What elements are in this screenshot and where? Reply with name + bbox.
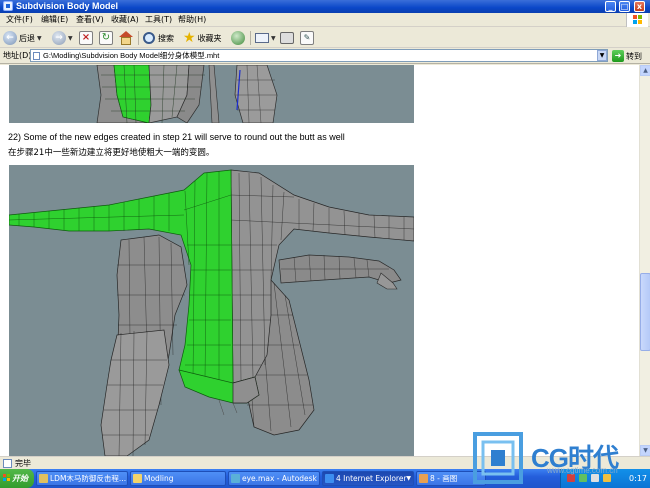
windows-logo-icon [626,13,648,27]
back-label: 后退 [19,33,35,43]
address-value: G:\Modling\Subdvision Body Model细分身体模型.m… [43,51,220,60]
menu-file[interactable]: 文件(F) [6,14,33,26]
page-icon [33,52,40,60]
menu-bar: 文件(F) 编辑(E) 查看(V) 收藏(A) 工具(T) 帮助(H) [0,13,650,27]
ie-icon [325,474,334,483]
minimize-button[interactable]: _ [605,1,616,12]
search-button[interactable]: 搜索 [143,30,174,46]
maximize-button[interactable]: □ [619,1,630,12]
scroll-up-button[interactable]: ▲ [640,65,650,76]
ie-page-icon [3,1,13,11]
start-label: 开始 [12,474,28,483]
forward-button[interactable]: ▼ [52,30,73,46]
shield-app-icon [39,474,48,483]
watermark-url: www.cgtime.com.cn [547,466,618,475]
mail-button[interactable]: ▼ [255,30,276,46]
back-button[interactable]: 后退 ▼ [3,30,42,46]
taskbar-item-modling[interactable]: Modling [130,471,226,486]
title-bar: Subdvision Body Model _ □ x [0,0,650,13]
address-bar: 地址(D) G:\Modling\Subdvision Body Model细分… [0,48,650,64]
start-button[interactable]: 开始 [0,469,34,488]
taskbar-item-label: eye.max - Autodesk 3... [242,474,319,483]
media-button[interactable] [231,30,245,46]
step-caption-english: 22) Some of the new edges created in ste… [8,132,345,142]
refresh-button[interactable]: ↻ [99,30,113,46]
favorites-button[interactable]: ★ 收藏夹 [183,30,222,46]
refresh-icon: ↻ [99,31,113,45]
print-button[interactable] [280,30,294,46]
cgtime-watermark: CG时代 www.cgtime.com.cn [473,432,643,484]
printer-icon [280,32,294,44]
taskbar-item-label: LDM木马防御反击程... [50,474,127,483]
stop-button[interactable]: × [79,30,93,46]
page-content: 22) Some of the new edges created in ste… [0,65,639,456]
body-mesh-top-image [96,65,278,123]
taskbar-item-label: Modling [144,474,174,483]
status-page-icon [3,459,12,468]
home-icon [119,31,133,45]
menu-view[interactable]: 查看(V) [76,14,104,26]
go-arrow-icon: ➜ [612,50,624,62]
back-arrow-icon [3,31,17,45]
toolbar-separator [250,31,251,45]
body-mesh-main-image [9,169,414,456]
vertical-scrollbar[interactable]: ▲ ▼ [639,65,650,456]
address-dropdown-icon[interactable]: ▼ [597,50,607,61]
group-dropdown-icon: ▼ [406,475,411,482]
paint-icon [419,474,428,483]
taskbar-item-ie[interactable]: 4 Internet Explorer ▼ [322,471,414,486]
home-button[interactable] [119,30,133,46]
go-label: 转到 [626,51,642,61]
favorites-star-icon: ★ [183,30,196,46]
mail-dropdown-icon[interactable]: ▼ [271,35,276,42]
scroll-thumb[interactable] [640,273,650,351]
address-label: 地址(D) [3,51,32,60]
window-title: Subdvision Body Model [16,1,119,11]
cgtime-logo-icon [473,432,523,484]
standard-toolbar: 后退 ▼ ▼ × ↻ 搜索 ★ 收藏夹 ▼ ✎ [0,28,650,48]
menu-help[interactable]: 帮助(H) [178,14,206,26]
favorites-label: 收藏夹 [197,33,222,43]
media-icon [231,31,245,45]
menu-edit[interactable]: 编辑(E) [41,14,68,26]
edit-button[interactable]: ✎ [300,30,314,46]
forward-arrow-icon [52,31,66,45]
folder-icon [133,474,142,483]
windows-flag-icon [3,474,11,482]
mesh-render-main [9,165,414,456]
search-icon [143,32,155,44]
menu-favorites[interactable]: 收藏(A) [111,14,139,26]
step-caption-chinese: 在步骤21中一些新边建立将更好地使粗大一端的变圆。 [8,148,215,158]
taskbar-item-ldm[interactable]: LDM木马防御反击程... [36,471,128,486]
close-button[interactable]: x [634,1,645,12]
taskbar-item-label: 8 - 画图 [430,474,458,483]
3dsmax-icon [231,474,240,483]
stop-icon: × [79,31,93,45]
taskbar-item-label: 4 Internet Explorer [336,474,407,483]
mesh-render-top [9,65,414,123]
menu-tools[interactable]: 工具(T) [145,14,172,26]
go-button[interactable]: ➜ 转到 [612,49,642,63]
back-dropdown-icon[interactable]: ▼ [37,35,42,42]
mail-icon [255,33,269,43]
forward-dropdown-icon[interactable]: ▼ [68,35,73,42]
taskbar-item-3dsmax[interactable]: eye.max - Autodesk 3... [228,471,320,486]
toolbar-separator [138,31,139,45]
address-input[interactable]: G:\Modling\Subdvision Body Model细分身体模型.m… [30,49,608,62]
edit-page-icon: ✎ [300,31,314,45]
search-label: 搜索 [158,33,174,43]
